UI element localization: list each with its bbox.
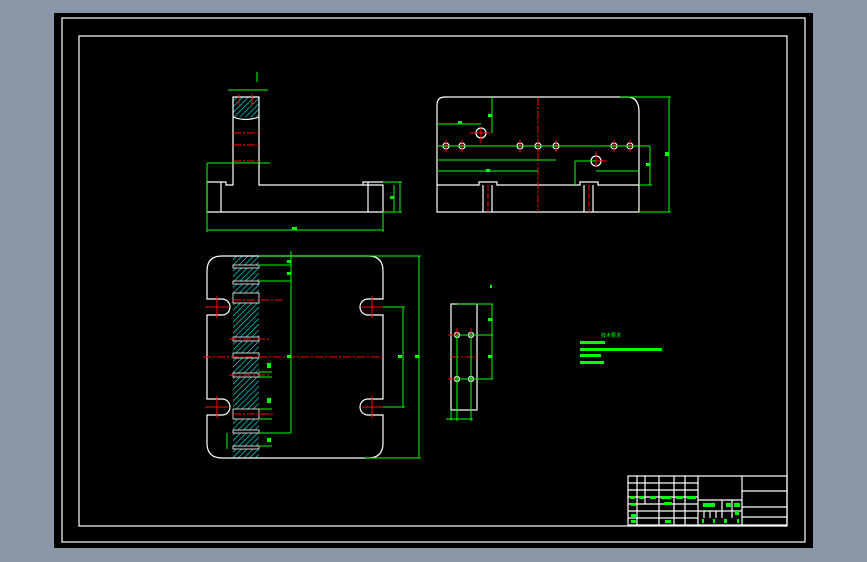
notes-heading: 技术要求 [601,332,621,339]
model-space [54,13,813,548]
cad-drawing-canvas[interactable]: 技术要求 [0,0,867,562]
